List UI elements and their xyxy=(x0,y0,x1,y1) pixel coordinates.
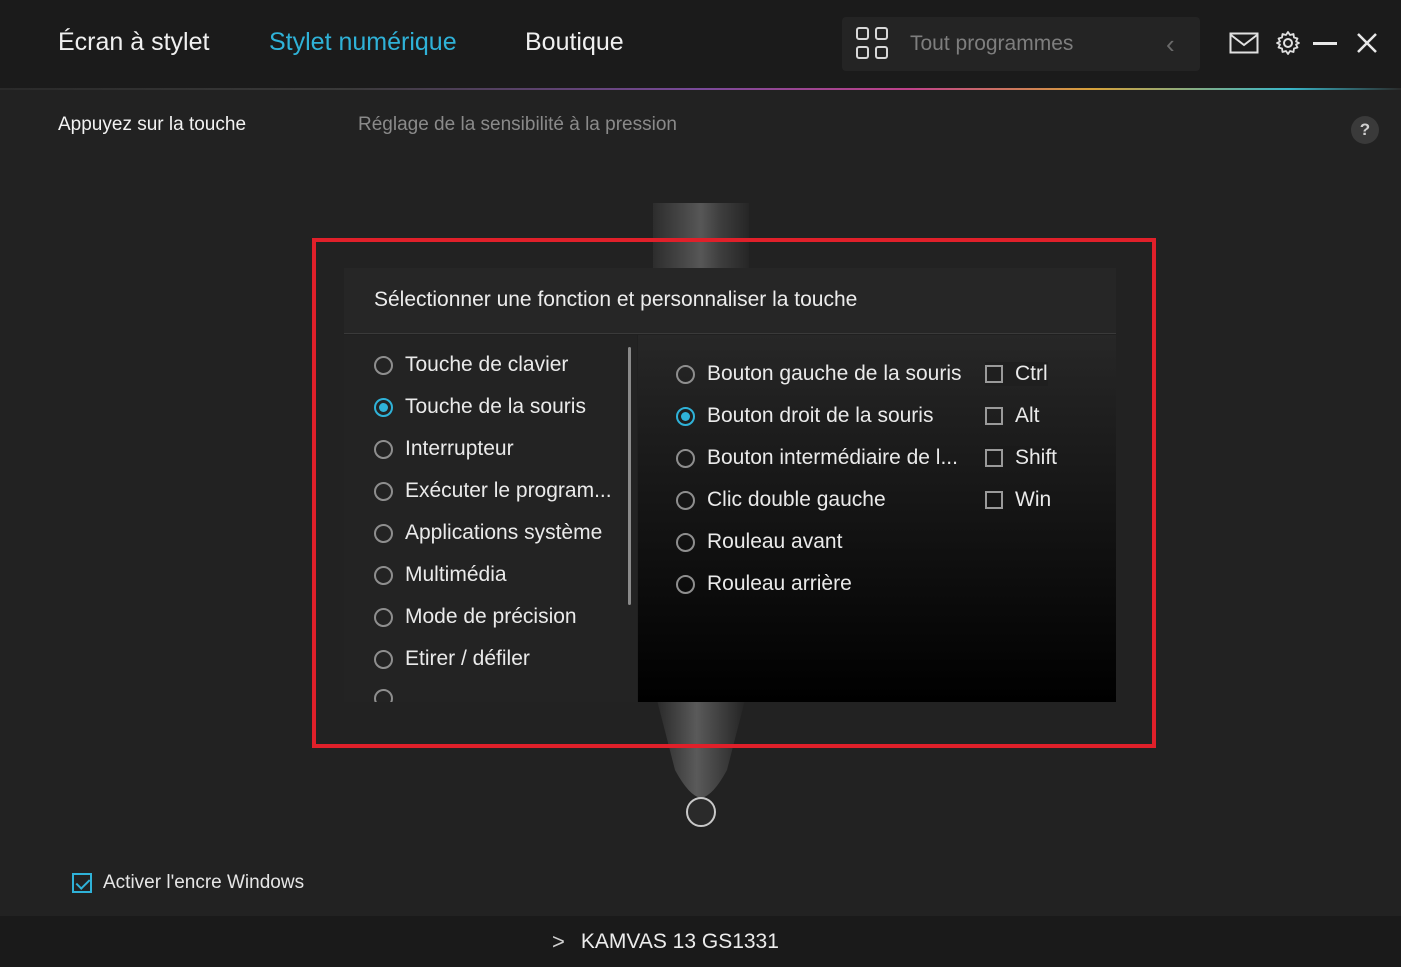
radio-icon[interactable] xyxy=(374,649,393,669)
radio-icon[interactable] xyxy=(374,565,393,585)
function-label: Bouton droit de la souris xyxy=(707,404,934,427)
mouse-left-button[interactable]: Bouton gauche de la souris xyxy=(676,362,962,386)
header-divider xyxy=(0,88,1401,90)
grid-icon xyxy=(856,27,890,61)
mail-icon[interactable] xyxy=(1229,32,1259,54)
modifier-label: Shift xyxy=(1015,446,1058,469)
checkbox-icon[interactable] xyxy=(985,491,1003,509)
modifier-label: Ctrl xyxy=(1015,362,1048,385)
radio-icon[interactable] xyxy=(676,532,695,552)
category-label: Etirer / défiler xyxy=(405,647,530,670)
category-mouse[interactable]: Touche de la souris xyxy=(374,395,586,419)
category-next-partial[interactable] xyxy=(374,689,405,702)
category-switch[interactable]: Interrupteur xyxy=(374,437,514,461)
device-bar: > KAMVAS 13 GS1331 xyxy=(0,916,1401,967)
panel-title: Sélectionner une fonction et personnalis… xyxy=(374,288,858,311)
function-panel: Sélectionner une fonction et personnalis… xyxy=(344,268,1116,702)
top-bar: Écran à stylet Stylet numérique Boutique… xyxy=(0,0,1401,88)
category-precision[interactable]: Mode de précision xyxy=(374,605,577,629)
subtab-button-press[interactable]: Appuyez sur la touche xyxy=(58,114,246,136)
checkbox-icon[interactable] xyxy=(985,449,1003,467)
modifier-ctrl[interactable]: Ctrl xyxy=(985,362,1048,386)
windows-ink-toggle[interactable]: Activer l'encre Windows xyxy=(72,872,304,894)
category-label: Touche de clavier xyxy=(405,353,569,376)
minimize-icon[interactable] xyxy=(1313,42,1337,45)
mouse-middle-button[interactable]: Bouton intermédiaire de l... xyxy=(676,446,958,470)
close-icon[interactable] xyxy=(1356,32,1378,54)
subtab-pressure-sensitivity[interactable]: Réglage de la sensibilité à la pression xyxy=(358,114,677,136)
function-label: Bouton intermédiaire de l... xyxy=(707,446,958,469)
windows-ink-label: Activer l'encre Windows xyxy=(103,872,305,893)
modifier-win[interactable]: Win xyxy=(985,488,1051,512)
pen-body-illustration xyxy=(653,203,749,269)
chevron-right-icon: > xyxy=(552,929,565,954)
category-stretch-scroll[interactable]: Etirer / défiler xyxy=(374,647,530,671)
checkbox-icon[interactable] xyxy=(985,365,1003,383)
category-label: Exécuter le program... xyxy=(405,479,612,502)
category-system-apps[interactable]: Applications système xyxy=(374,521,602,545)
chevron-left-icon[interactable]: ‹ xyxy=(1166,29,1175,60)
radio-icon[interactable] xyxy=(374,689,393,702)
radio-icon[interactable] xyxy=(374,607,393,627)
radio-icon[interactable] xyxy=(676,364,695,384)
pen-nib-icon xyxy=(686,797,716,827)
category-label: Touche de la souris xyxy=(405,395,586,418)
device-name: KAMVAS 13 GS1331 xyxy=(580,930,779,953)
category-list[interactable]: Touche de clavier Touche de la souris In… xyxy=(344,335,637,702)
mouse-scroll-back[interactable]: Rouleau arrière xyxy=(676,572,852,596)
program-selector[interactable]: Tout programmes ‹ xyxy=(842,17,1200,71)
category-label: Mode de précision xyxy=(405,605,577,628)
tab-store[interactable]: Boutique xyxy=(525,28,624,57)
mouse-function-list: Bouton gauche de la souris Bouton droit … xyxy=(638,335,1116,702)
category-multimedia[interactable]: Multimédia xyxy=(374,563,507,587)
modifier-label: Alt xyxy=(1015,404,1040,427)
modifier-alt[interactable]: Alt xyxy=(985,404,1040,428)
device-selector[interactable]: > KAMVAS 13 GS1331 xyxy=(552,929,779,955)
radio-selected-icon[interactable] xyxy=(676,406,695,426)
category-label: Interrupteur xyxy=(405,437,514,460)
mouse-right-button[interactable]: Bouton droit de la souris xyxy=(676,404,933,428)
radio-icon[interactable] xyxy=(676,448,695,468)
function-label: Clic double gauche xyxy=(707,488,886,511)
category-label: Applications système xyxy=(405,521,603,544)
radio-icon[interactable] xyxy=(374,439,393,459)
radio-icon[interactable] xyxy=(676,490,695,510)
tab-digital-pen[interactable]: Stylet numérique xyxy=(269,28,457,57)
category-run-program[interactable]: Exécuter le program... xyxy=(374,479,612,503)
program-selector-label: Tout programmes xyxy=(910,32,1074,55)
panel-header: Sélectionner une fonction et personnalis… xyxy=(344,268,1116,334)
help-icon[interactable]: ? xyxy=(1351,116,1379,144)
function-label: Rouleau arrière xyxy=(707,572,852,595)
category-label: Multimédia xyxy=(405,563,507,586)
category-scrollbar[interactable] xyxy=(628,347,631,605)
radio-icon[interactable] xyxy=(374,523,393,543)
function-label: Bouton gauche de la souris xyxy=(707,362,962,385)
function-label: Rouleau avant xyxy=(707,530,843,553)
radio-icon[interactable] xyxy=(374,355,393,375)
modifier-shift[interactable]: Shift xyxy=(985,446,1058,470)
checkbox-icon[interactable] xyxy=(985,407,1003,425)
mouse-scroll-forward[interactable]: Rouleau avant xyxy=(676,530,842,554)
mouse-double-click[interactable]: Clic double gauche xyxy=(676,488,886,512)
tab-pen-display[interactable]: Écran à stylet xyxy=(58,28,209,57)
radio-icon[interactable] xyxy=(676,574,695,594)
radio-selected-icon[interactable] xyxy=(374,397,393,417)
modifier-label: Win xyxy=(1015,488,1052,511)
gear-icon[interactable] xyxy=(1275,30,1301,56)
radio-icon[interactable] xyxy=(374,481,393,501)
category-keyboard[interactable]: Touche de clavier xyxy=(374,353,568,377)
pen-tip-illustration xyxy=(657,700,745,798)
checkbox-checked-icon[interactable] xyxy=(72,873,92,893)
